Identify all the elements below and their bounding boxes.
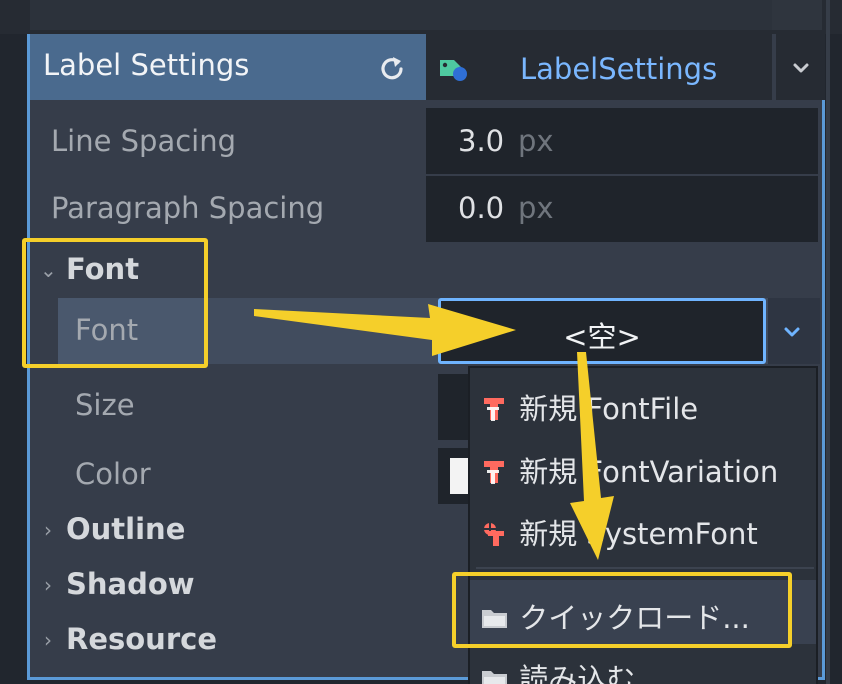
chevron-down-icon (793, 63, 809, 73)
color-swatch (450, 458, 470, 494)
color-label: Color (75, 457, 151, 491)
line-spacing-label: Line Spacing (51, 124, 237, 158)
menu-item-new-fontvariation[interactable]: 新規 FontVariation (480, 449, 778, 491)
paragraph-spacing-label: Paragraph Spacing (51, 191, 325, 225)
menu-item-load[interactable]: 読み込む (480, 656, 635, 684)
previous-property-row (30, 0, 772, 30)
menu-item-new-fontfile[interactable]: 新規 FontFile (480, 386, 698, 428)
chevron-right-icon[interactable]: › (44, 518, 52, 542)
menu-item-label: 新規 FontFile (519, 392, 699, 426)
annotation-box-font (22, 238, 208, 368)
revert-icon[interactable] (376, 52, 408, 84)
annotation-box-quick-load (452, 572, 792, 648)
resource-section-title[interactable]: Resource (66, 622, 217, 656)
paragraph-spacing-unit: px (518, 191, 554, 225)
paragraph-spacing-value: 0.0 (458, 191, 505, 225)
font-variation-icon (484, 461, 504, 484)
chevron-down-icon (784, 327, 800, 337)
previous-property-value (772, 0, 822, 30)
scrollbar[interactable] (826, 0, 830, 684)
outline-section-title[interactable]: Outline (66, 512, 185, 546)
chevron-right-icon[interactable]: › (44, 573, 52, 597)
shadow-section-title[interactable]: Shadow (66, 567, 195, 601)
line-spacing-unit: px (518, 124, 554, 158)
line-spacing-value: 3.0 (458, 124, 505, 158)
font-value: <空> (563, 320, 641, 354)
size-label: Size (75, 388, 135, 422)
label-settings-icon (438, 54, 472, 84)
chevron-right-icon[interactable]: › (44, 628, 52, 652)
property-title: Label Settings (43, 48, 250, 82)
folder-icon (482, 671, 507, 684)
menu-item-label: 新規 FontVariation (519, 455, 779, 489)
menu-separator (476, 567, 814, 569)
font-file-icon (484, 398, 504, 421)
resource-name[interactable]: LabelSettings (520, 52, 717, 86)
system-font-icon (484, 523, 504, 546)
menu-item-new-systemfont[interactable]: 新規 SystemFont (480, 511, 758, 553)
menu-item-label: 読み込む (519, 662, 636, 684)
resource-dropdown-button[interactable] (774, 34, 825, 100)
menu-item-label: 新規 SystemFont (519, 517, 758, 551)
font-dropdown-button[interactable] (768, 298, 820, 364)
